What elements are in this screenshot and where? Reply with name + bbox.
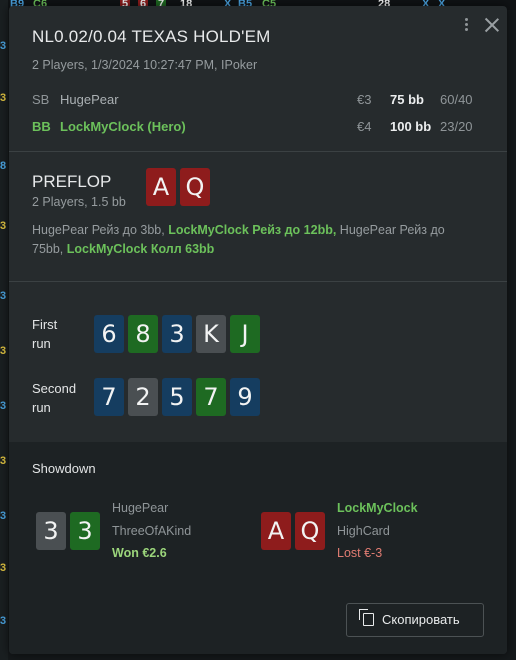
copy-button[interactable]: Скопировать [346, 603, 484, 637]
villain-hand: ThreeOfAKind [112, 524, 192, 538]
card: 3 [36, 512, 66, 550]
player-bb: 75 bb [390, 92, 424, 107]
villain-result: Won €2.6 [112, 546, 167, 560]
card: Q [180, 168, 210, 206]
hero-cards: AQ [261, 512, 329, 550]
run-label-line: First [32, 317, 58, 332]
card: A [261, 512, 291, 550]
hand-history-modal: NL0.02/0.04 TEXAS HOLD'EM 2 Players, 1/3… [9, 6, 507, 654]
run-label-line: run [32, 400, 51, 415]
action: HugePear Рейз до 3bb, [32, 223, 169, 237]
bg-label: 8 [0, 160, 7, 172]
villain-name: HugePear [112, 501, 169, 515]
copy-button-label: Скопировать [382, 612, 460, 627]
card: 6 [94, 315, 124, 353]
hole-cards: AQ [146, 168, 214, 206]
bg-label: 3 [0, 562, 7, 574]
card: J [230, 315, 260, 353]
villain-cards: 33 [36, 512, 104, 550]
player-position: SB [32, 92, 50, 107]
bg-label: 3 [0, 290, 7, 302]
player-bb: 100 bb [390, 119, 432, 134]
player-stat: 60/40 [440, 92, 473, 107]
card: 3 [70, 512, 100, 550]
player-stat: 23/20 [440, 119, 473, 134]
card: 7 [94, 378, 124, 416]
preflop-actions: HugePear Рейз до 3bb, LockMyClock Рейз д… [32, 221, 472, 259]
run-label-first: First run [32, 315, 57, 353]
board-cards-second-run: 72579 [94, 378, 264, 416]
bg-label: 3 [0, 455, 7, 467]
divider [9, 281, 507, 282]
player-row: SB HugePear €3 75 bb 60/40 [32, 92, 482, 110]
player-stack: €3 [357, 92, 372, 107]
player-name: HugePear [60, 92, 119, 107]
player-row-hero: BB LockMyClock (Hero) €4 100 bb 23/20 [32, 119, 482, 137]
card: 5 [162, 378, 192, 416]
bg-label: 3 [0, 345, 7, 357]
run-label-second: Second run [32, 379, 76, 417]
bg-label: 3 [0, 510, 7, 522]
bg-label: 3 [0, 400, 7, 412]
street-title: PREFLOP [32, 172, 112, 191]
card: 8 [128, 315, 158, 353]
bg-label: 3 [0, 92, 7, 104]
showdown-title: Showdown [32, 461, 96, 476]
hero-result: Lost €-3 [337, 546, 383, 560]
run-label-line: Second [32, 381, 77, 396]
board-cards-first-run: 683KJ [94, 315, 264, 353]
bg-label: 3 [0, 220, 7, 232]
player-name: LockMyClock (Hero) [60, 119, 186, 134]
street-subtitle: 2 Players, 1.5 bb [32, 195, 126, 209]
card: A [146, 168, 176, 206]
bg-label: 3 [0, 40, 7, 52]
hero-action: LockMyClock Рейз до 12bb, [168, 223, 337, 237]
hand-subtitle: 2 Players, 1/3/2024 10:27:47 PM, IPoker [32, 58, 258, 72]
hero-action: LockMyClock Колл 63bb [66, 242, 215, 256]
card: 7 [196, 378, 226, 416]
background-left-strip: 3 3 8 3 3 3 3 3 3 3 3 [0, 0, 8, 660]
copy-icon [359, 609, 374, 626]
hero-name: LockMyClock [337, 501, 418, 515]
player-stack: €4 [357, 119, 372, 134]
bg-label: 3 [0, 615, 7, 627]
card: 9 [230, 378, 260, 416]
hero-hand: HighCard [337, 524, 390, 538]
close-icon[interactable] [483, 16, 501, 34]
card: K [196, 315, 226, 353]
divider [9, 151, 507, 152]
run-label-line: run [32, 336, 51, 351]
card: 3 [162, 315, 192, 353]
hand-title: NL0.02/0.04 TEXAS HOLD'EM [32, 27, 271, 46]
player-position: BB [32, 119, 51, 134]
card: Q [295, 512, 325, 550]
card: 2 [128, 378, 158, 416]
more-menu-icon[interactable] [457, 16, 475, 34]
